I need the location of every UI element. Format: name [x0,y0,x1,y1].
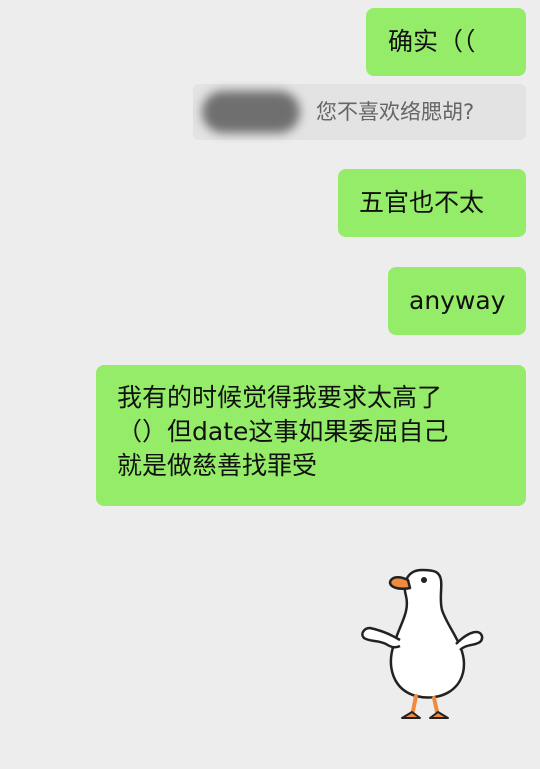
quoted-message[interactable]: 您不喜欢络腮胡? [193,84,526,140]
goose-left-wing [361,626,401,649]
message-line: 就是做慈善找罪受 [117,451,318,480]
goose-right-foot [429,711,449,719]
message-bubble[interactable]: anyway [388,267,526,335]
message-text: anyway [409,286,506,315]
message-bubble[interactable]: 我有的时候觉得我要求太高了 （）但date这事如果委屈自己 就是做慈善找罪受 [96,365,526,506]
goose-eye [421,577,427,583]
chat-area: 确实（（ 您不喜欢络腮胡? 五官也不太 anyway 我有的时候觉得我要求太高了… [0,0,540,769]
message-bubble[interactable]: 五官也不太 [338,169,526,237]
goose-left-foot [401,711,421,719]
message-text: 五官也不太 [359,188,485,217]
goose-beak [388,576,412,590]
message-text: 确实（（ [388,27,476,56]
goose-right-wing [455,630,484,651]
goose-sticker-icon[interactable] [350,548,490,728]
message-line: 我有的时候觉得我要求太高了 [117,383,443,412]
message-bubble[interactable]: 确实（（ [366,8,526,76]
message-line: （）但date这事如果委屈自己 [117,417,449,446]
redacted-sender-blur [202,91,300,133]
quoted-text: 您不喜欢络腮胡? [316,100,475,124]
goose-legs [410,694,440,718]
